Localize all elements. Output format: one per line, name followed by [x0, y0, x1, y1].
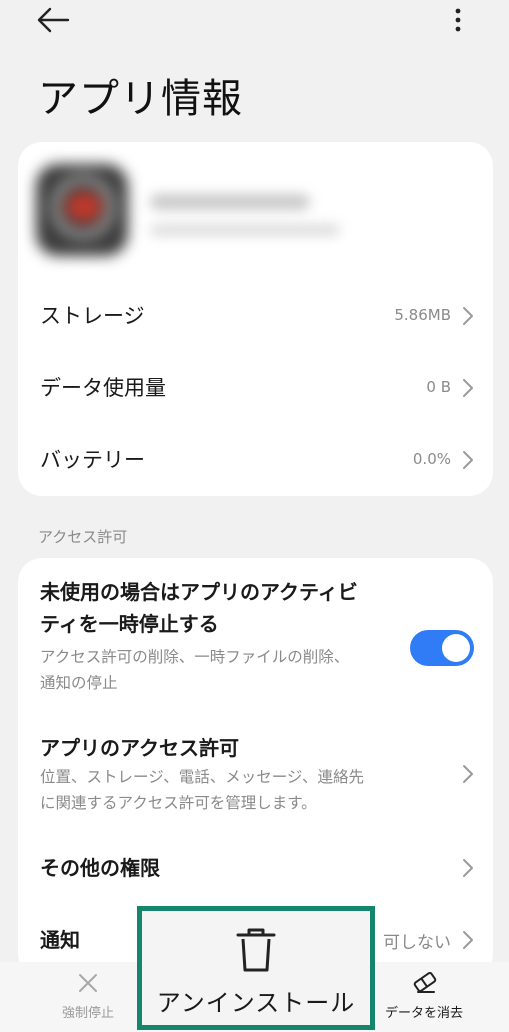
chevron-right-icon — [463, 765, 473, 783]
other-permissions-row[interactable]: その他の権限 — [18, 848, 493, 888]
app-header[interactable] — [18, 142, 493, 272]
force-stop-label: 強制停止 — [61, 1006, 114, 1021]
storage-value: 5.86MB — [394, 306, 451, 324]
more-vertical-icon — [455, 8, 461, 32]
app-info-card: ストレージ 5.86MB データ使用量 0 B バッテリー 0.0% — [18, 142, 493, 496]
clear-data-label: データを消去 — [384, 1006, 463, 1021]
pause-activity-sub-line2: 通知の停止 — [40, 674, 118, 692]
pause-activity-title-line1: 未使用の場合はアプリのアクティビ — [40, 580, 358, 604]
pause-activity-sub-line1: アクセス許可の削除、一時ファイルの削除、 — [40, 648, 350, 666]
uninstall-label: アンインストール — [156, 989, 356, 1017]
chevron-right-icon — [463, 859, 473, 877]
force-stop-button[interactable]: 強制停止 — [38, 962, 138, 1032]
toggle-knob — [442, 634, 470, 662]
notifications-value: 可しない — [383, 933, 451, 953]
trash-icon — [236, 928, 276, 972]
chevron-right-icon — [463, 451, 473, 469]
pause-activity-toggle[interactable] — [410, 630, 474, 666]
notifications-title: 通知 — [40, 928, 80, 952]
data-usage-label: データ使用量 — [40, 376, 166, 400]
storage-row[interactable]: ストレージ 5.86MB — [18, 292, 493, 342]
app-permissions-title: アプリのアクセス許可 — [40, 736, 239, 760]
top-bar — [0, 0, 509, 44]
data-usage-row[interactable]: データ使用量 0 B — [18, 364, 493, 414]
chevron-right-icon — [463, 379, 473, 397]
chevron-right-icon — [463, 931, 473, 949]
pause-activity-title-line2: ティを一時停止する — [40, 612, 219, 636]
app-permissions-sub-line1: 位置、ストレージ、電話、メッセージ、連絡先 — [40, 768, 364, 786]
battery-row[interactable]: バッテリー 0.0% — [18, 436, 493, 486]
app-icon — [36, 164, 128, 256]
uninstall-button[interactable]: アンインストール — [137, 906, 375, 1030]
section-label-permissions: アクセス許可 — [38, 528, 128, 546]
app-permissions-sub-line2: に関連するアクセス許可を管理します。 — [40, 794, 317, 812]
clear-data-button[interactable]: データを消去 — [372, 962, 476, 1032]
storage-label: ストレージ — [40, 304, 145, 328]
page-title: アプリ情報 — [38, 76, 243, 122]
other-permissions-title: その他の権限 — [40, 856, 160, 880]
app-name-redacted — [150, 194, 310, 210]
back-button[interactable] — [34, 4, 74, 36]
battery-label: バッテリー — [40, 448, 145, 472]
battery-value: 0.0% — [412, 450, 451, 468]
eraser-icon — [413, 971, 437, 993]
pause-activity-row[interactable]: 未使用の場合はアプリのアクティビ ティを一時停止する アクセス許可の削除、一時フ… — [18, 572, 493, 702]
more-options-button[interactable] — [440, 4, 476, 36]
data-usage-value: 0 B — [426, 378, 451, 396]
close-icon — [79, 974, 97, 992]
arrow-left-icon — [37, 7, 70, 33]
chevron-right-icon — [463, 307, 473, 325]
app-permissions-row[interactable]: アプリのアクセス許可 位置、ストレージ、電話、メッセージ、連絡先 に関連するアク… — [18, 728, 493, 818]
app-version-redacted — [150, 224, 340, 236]
